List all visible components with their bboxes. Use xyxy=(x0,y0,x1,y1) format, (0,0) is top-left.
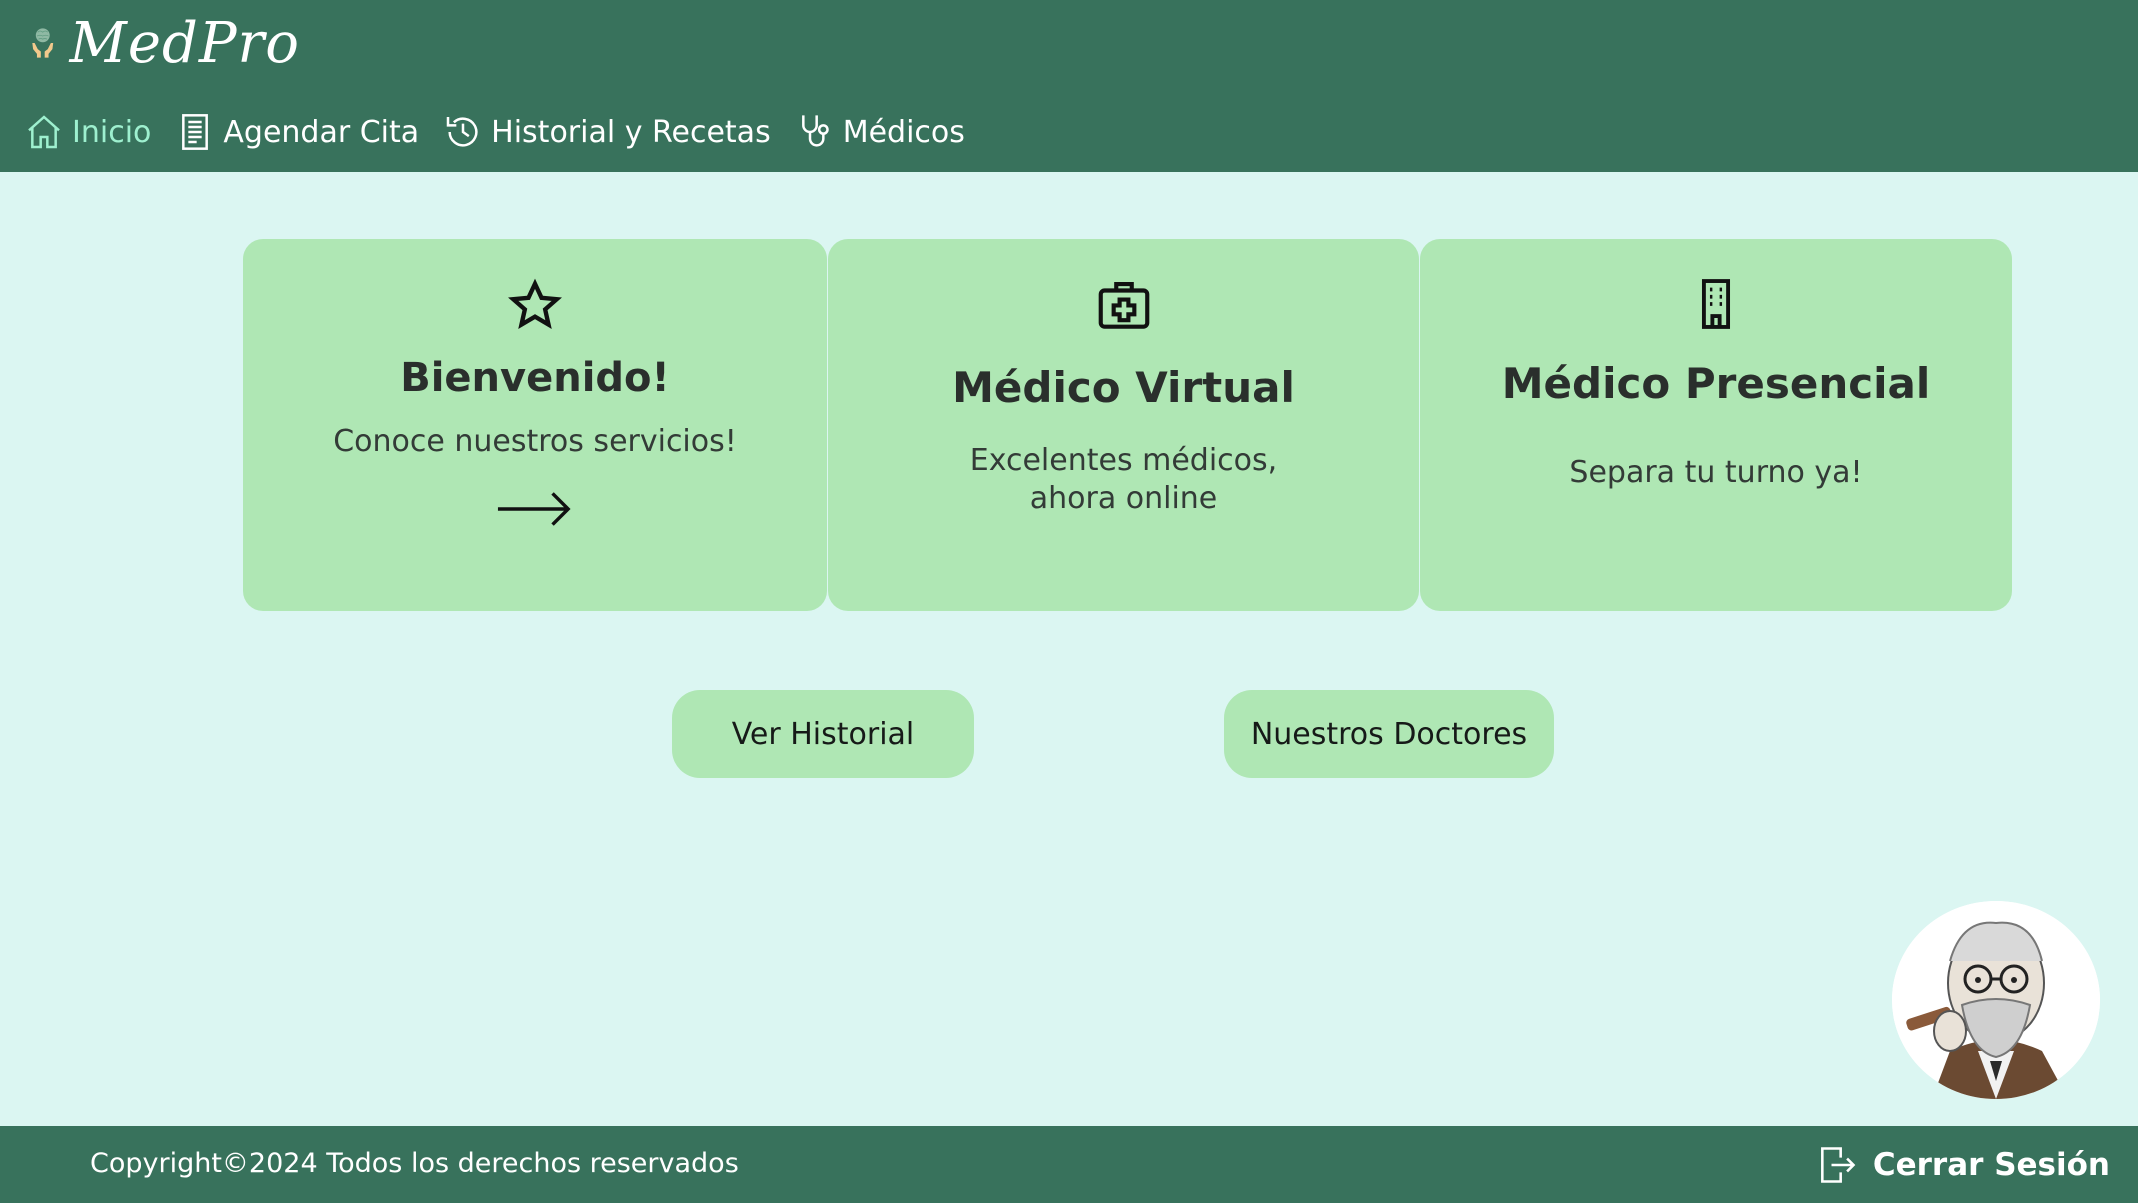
stethoscope-icon xyxy=(801,115,829,147)
nav-item-historial[interactable]: Historial y Recetas xyxy=(443,112,771,152)
nav-item-agendar-cita[interactable]: Agendar Cita xyxy=(175,112,419,152)
building-icon xyxy=(1701,279,1731,329)
logout-icon xyxy=(1820,1147,1856,1183)
our-doctors-button[interactable]: Nuestros Doctores xyxy=(1224,690,1554,778)
nav-label-agendar-cita: Agendar Cita xyxy=(223,114,420,150)
logout-label: Cerrar Sesión xyxy=(1872,1147,2110,1183)
top-header: MedPro Inicio Agendar Cita Historial y R… xyxy=(0,0,2138,172)
doctor-avatar[interactable] xyxy=(1892,901,2100,1099)
copyright-text: Copyright©2024 Todos los derechos reserv… xyxy=(90,1148,739,1179)
welcome-card: Bienvenido! Conoce nuestros servicios! xyxy=(243,239,827,611)
view-history-button[interactable]: Ver Historial xyxy=(672,690,974,778)
star-icon xyxy=(508,278,562,330)
nav-label-medicos: Médicos xyxy=(842,114,965,150)
doctor-avatar-icon xyxy=(1892,901,2100,1099)
card-title: Bienvenido! xyxy=(400,355,670,401)
document-icon xyxy=(182,114,209,150)
history-icon xyxy=(446,117,478,147)
main-nav: Inicio Agendar Cita Historial y Recetas … xyxy=(24,106,989,158)
home-icon xyxy=(28,115,60,149)
brand-logo[interactable]: MedPro xyxy=(30,2,300,84)
card-title: Médico Virtual xyxy=(952,363,1295,412)
medical-kit-icon xyxy=(1098,281,1149,329)
virtual-doctor-card: Médico Virtual Excelentes médicos, ahora… xyxy=(828,239,1419,611)
brain-hands-icon xyxy=(32,28,54,58)
card-text: Conoce nuestros servicios! xyxy=(333,424,737,459)
nav-label-historial: Historial y Recetas xyxy=(491,114,771,150)
brand-name: MedPro xyxy=(69,10,300,76)
arrow-right-icon[interactable] xyxy=(496,489,574,529)
card-text: Excelentes médicos, ahora online xyxy=(969,443,1278,516)
card-text: Separa tu turno ya! xyxy=(1569,455,1863,490)
in-person-doctor-card: Médico Presencial Separa tu turno ya! xyxy=(1420,239,2012,611)
logout-button[interactable]: Cerrar Sesión xyxy=(1815,1140,2110,1190)
page-footer: Copyright©2024 Todos los derechos reserv… xyxy=(0,1126,2138,1203)
card-title: Médico Presencial xyxy=(1501,359,1931,408)
nav-item-medicos[interactable]: Médicos xyxy=(795,112,965,152)
nav-item-inicio[interactable]: Inicio xyxy=(24,112,151,152)
nav-label-inicio: Inicio xyxy=(72,114,152,150)
